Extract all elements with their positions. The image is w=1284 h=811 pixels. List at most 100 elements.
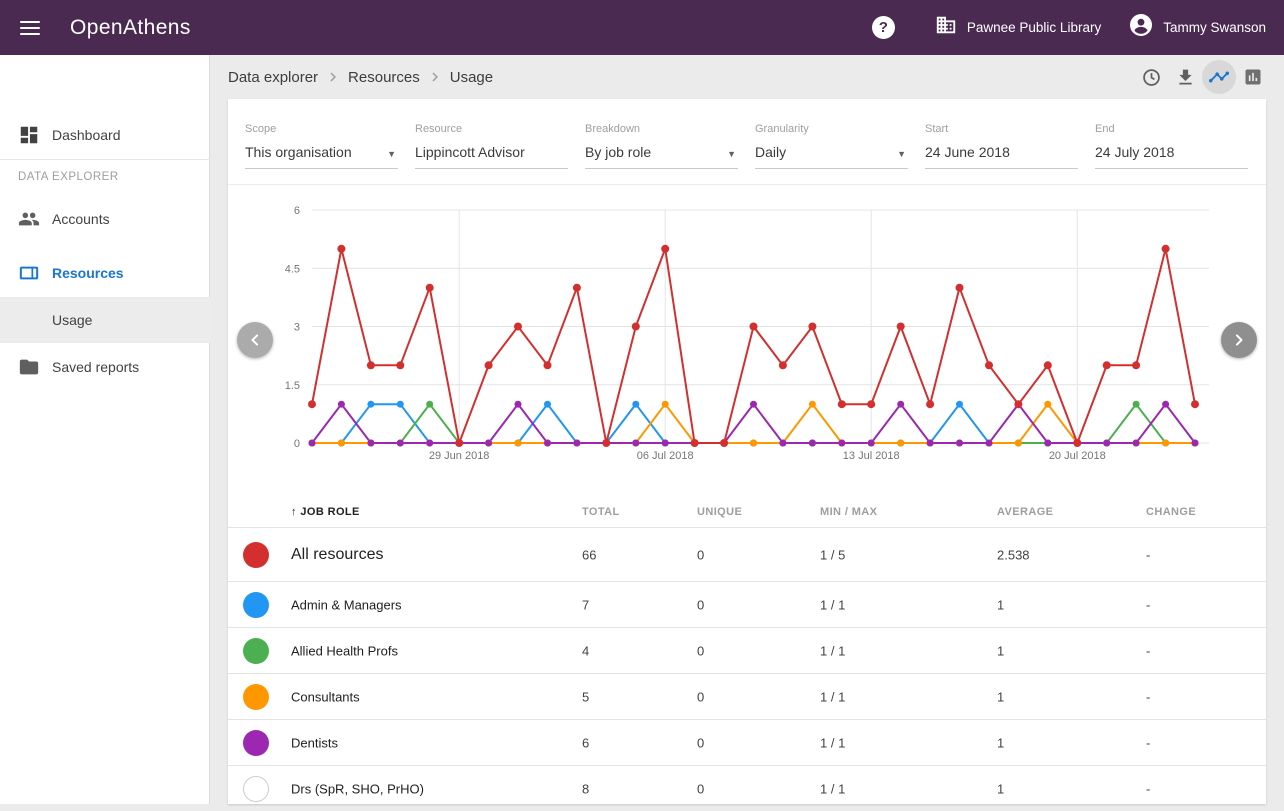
help-button[interactable]: ? xyxy=(872,16,895,39)
y-axis-tick-label: 6 xyxy=(294,205,300,217)
average-value: 1 xyxy=(997,597,1004,612)
data-point xyxy=(573,284,581,292)
history-icon[interactable] xyxy=(1134,60,1168,94)
x-axis-tick-label: 06 Jul 2018 xyxy=(637,450,694,462)
data-point xyxy=(397,401,404,408)
change-value: - xyxy=(1146,597,1150,612)
data-point xyxy=(426,401,433,408)
column-header-min-max[interactable]: MIN / MAX xyxy=(820,506,877,518)
data-point xyxy=(956,440,963,447)
table-row-admin-managers[interactable]: Admin & Managers701 / 11- xyxy=(228,581,1266,627)
min-max-value: 1 / 1 xyxy=(820,689,845,704)
table-row-all-resources[interactable]: All resources6601 / 52.538- xyxy=(228,527,1266,581)
breadcrumb-data-explorer[interactable]: Data explorer xyxy=(228,69,318,86)
unique-value: 0 xyxy=(697,735,704,750)
end-date-input[interactable]: End 24 July 2018 xyxy=(1095,123,1248,160)
data-point xyxy=(808,323,816,331)
chart-canvas: 01.534.5629 Jun 201806 Jul 201813 Jul 20… xyxy=(228,194,1266,474)
sidebar-item-accounts[interactable]: Accounts xyxy=(0,196,210,242)
data-point xyxy=(985,361,993,369)
table-row-consultants[interactable]: Consultants501 / 11- xyxy=(228,673,1266,719)
table-row-allied-health-profs[interactable]: Allied Health Profs401 / 11- xyxy=(228,627,1266,673)
data-point xyxy=(602,439,610,447)
series-color-dot xyxy=(243,638,269,664)
change-value: - xyxy=(1146,689,1150,704)
download-icon[interactable] xyxy=(1168,60,1202,94)
user-menu[interactable]: Tammy Swanson xyxy=(1129,13,1266,42)
breadcrumb-bar: Data explorer Resources Usage xyxy=(210,55,1284,99)
sidebar-item-label: Dashboard xyxy=(52,127,121,143)
data-point xyxy=(1192,440,1199,447)
sidebar-item-saved-reports[interactable]: Saved reports xyxy=(0,344,210,390)
data-point xyxy=(897,401,904,408)
filter-value: Daily xyxy=(755,144,908,160)
dashboard-icon xyxy=(18,124,42,146)
usage-line-chart: 01.534.5629 Jun 201806 Jul 201813 Jul 20… xyxy=(228,194,1266,474)
data-point xyxy=(426,440,433,447)
data-point xyxy=(485,440,492,447)
data-point xyxy=(485,361,493,369)
hamburger-icon[interactable] xyxy=(10,8,50,48)
sidebar-item-dashboard[interactable]: Dashboard xyxy=(0,112,210,158)
filter-value: By job role xyxy=(585,144,738,160)
y-axis-tick-label: 1.5 xyxy=(285,380,300,392)
min-max-value: 1 / 1 xyxy=(820,781,845,796)
chevron-left-icon xyxy=(245,330,265,350)
column-header-job-role[interactable]: ↑ JOB ROLE xyxy=(291,506,360,518)
data-point xyxy=(308,400,316,408)
account-icon xyxy=(1129,13,1153,42)
app-logo: OpenAthens xyxy=(70,16,191,40)
sidebar-item-usage[interactable]: Usage xyxy=(0,297,210,343)
line-chart-icon[interactable] xyxy=(1202,60,1236,94)
series-line-all-resources xyxy=(312,249,1195,443)
resource-input[interactable]: Resource Lippincott Advisor xyxy=(415,123,568,160)
data-point xyxy=(396,361,404,369)
scope-select[interactable]: Scope This organisation ▼ xyxy=(245,123,398,160)
data-point xyxy=(927,440,934,447)
total-value: 66 xyxy=(582,547,596,562)
sidebar-section-label: DATA EXPLORER xyxy=(18,171,119,183)
data-point xyxy=(662,401,669,408)
sidebar-item-resources[interactable]: Resources xyxy=(0,250,210,296)
table-row-drs-spr-sho-prho-[interactable]: Drs (SpR, SHO, PrHO)801 / 11- xyxy=(228,765,1266,811)
column-header-total[interactable]: TOTAL xyxy=(582,506,620,518)
data-point xyxy=(1133,440,1140,447)
average-value: 2.538 xyxy=(997,547,1030,562)
data-point xyxy=(367,440,374,447)
folder-icon xyxy=(18,356,42,378)
column-header-average[interactable]: AVERAGE xyxy=(997,506,1053,518)
chart-next-button[interactable] xyxy=(1221,322,1257,358)
data-point xyxy=(691,439,699,447)
data-point xyxy=(397,440,404,447)
bar-chart-icon[interactable] xyxy=(1236,60,1270,94)
unique-value: 0 xyxy=(697,597,704,612)
start-date-input[interactable]: Start 24 June 2018 xyxy=(925,123,1078,160)
chart-prev-button[interactable] xyxy=(237,322,273,358)
data-point xyxy=(1044,401,1051,408)
data-point xyxy=(338,440,345,447)
total-value: 8 xyxy=(582,781,589,796)
dropdown-caret-icon: ▼ xyxy=(727,149,736,159)
breadcrumb-usage: Usage xyxy=(450,69,493,86)
breadcrumb-resources[interactable]: Resources xyxy=(348,69,420,86)
data-point xyxy=(1162,401,1169,408)
x-axis-tick-label: 29 Jun 2018 xyxy=(429,450,490,462)
data-point xyxy=(986,440,993,447)
column-header-unique[interactable]: UNIQUE xyxy=(697,506,742,518)
chevron-right-icon xyxy=(426,68,444,86)
table-row-dentists[interactable]: Dentists601 / 11- xyxy=(228,719,1266,765)
breakdown-select[interactable]: Breakdown By job role ▼ xyxy=(585,123,738,160)
filter-value: 24 July 2018 xyxy=(1095,144,1248,160)
organization-name: Pawnee Public Library xyxy=(967,20,1101,35)
sidebar: Dashboard DATA EXPLORER Accounts Resourc… xyxy=(0,55,210,804)
organization-switcher[interactable]: Pawnee Public Library xyxy=(935,14,1101,41)
sidebar-divider xyxy=(0,159,210,160)
data-point xyxy=(632,323,640,331)
data-point xyxy=(338,401,345,408)
granularity-select[interactable]: Granularity Daily ▼ xyxy=(755,123,908,160)
data-point xyxy=(1044,361,1052,369)
x-axis-tick-label: 13 Jul 2018 xyxy=(843,450,900,462)
filter-value: This organisation xyxy=(245,144,398,160)
accounts-icon xyxy=(18,208,42,230)
column-header-change[interactable]: CHANGE xyxy=(1146,506,1196,518)
